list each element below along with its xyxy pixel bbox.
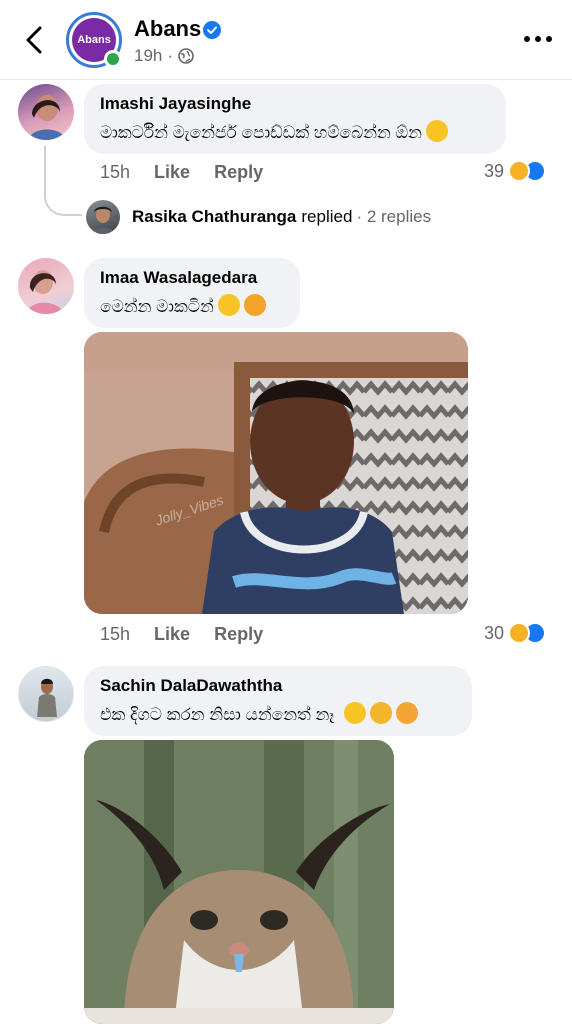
- view-replies-link[interactable]: Rasika Chathuranga replied · 2 replies: [86, 200, 431, 234]
- commenter-avatar[interactable]: [18, 258, 74, 314]
- verified-badge-icon: [203, 21, 221, 39]
- avatar-photo: [28, 95, 66, 140]
- haha-reaction-icon: [508, 160, 531, 182]
- reaction-summary[interactable]: 30: [484, 622, 547, 644]
- post-time[interactable]: 19h: [134, 46, 162, 66]
- post-meta: 19h ·: [134, 46, 194, 66]
- reply-button[interactable]: Reply: [214, 162, 263, 183]
- avatar-photo: [37, 678, 57, 717]
- reaction-count: 39: [484, 160, 505, 181]
- replied-label: replied: [301, 207, 353, 226]
- meta-separator: ·: [167, 46, 174, 65]
- avatar-photo: [26, 270, 64, 314]
- like-button[interactable]: Like: [154, 624, 190, 645]
- commenter-avatar[interactable]: [18, 84, 74, 140]
- commenter-avatar[interactable]: [18, 666, 74, 722]
- comment-text: එක දිගට කරන නිසා යන්නෙත් නෑ: [100, 702, 456, 725]
- comment-actions: 15h Like Reply: [100, 162, 287, 183]
- comment-author[interactable]: Imaa Wasalagedara: [100, 268, 284, 288]
- laughing-emoji-icon: [425, 120, 448, 142]
- meme-boy-photo: [84, 332, 468, 614]
- online-status-dot: [104, 50, 122, 68]
- comment-time[interactable]: 15h: [100, 162, 130, 183]
- reaction-count: 30: [484, 622, 505, 643]
- comment-image[interactable]: [84, 740, 394, 1024]
- like-button[interactable]: Like: [154, 162, 190, 183]
- replier-name: Rasika Chathuranga: [132, 207, 297, 226]
- comment-text-body: එක දිගට කරන නිසා යන්නෙත් නෑ: [100, 705, 335, 724]
- smiling-emoji-icon: [344, 702, 367, 724]
- reply-count: · 2 replies: [356, 207, 432, 226]
- comment-text: මාකර්ටින් මැනේජර් පොඩ්ඩක් හම්බෙන්න ඕන: [100, 120, 490, 143]
- laughing-emoji-icon: [217, 294, 240, 316]
- back-arrow-icon[interactable]: [18, 22, 50, 58]
- replier-avatar: [86, 200, 120, 234]
- unamused-emoji-icon: [396, 702, 419, 724]
- comment-time[interactable]: 15h: [100, 624, 130, 645]
- more-dots-icon[interactable]: [520, 30, 556, 48]
- sleepy-emoji-icon: [370, 702, 393, 724]
- reply-button[interactable]: Reply: [214, 624, 263, 645]
- comment-bubble[interactable]: Imashi Jayasinghe මාකර්ටින් මැනේජර් පොඩ්…: [84, 84, 506, 154]
- meme-cat-photo: [84, 740, 394, 1024]
- comment-bubble[interactable]: Sachin DalaDawaththa එක දිගට කරන නිසා යන…: [84, 666, 472, 736]
- page-name[interactable]: Abans: [134, 16, 201, 42]
- comment-author[interactable]: Imashi Jayasinghe: [100, 94, 490, 114]
- reply-thread-line: [44, 146, 82, 216]
- haha-reaction-icon: [508, 622, 531, 644]
- comment-author[interactable]: Sachin DalaDawaththa: [100, 676, 456, 696]
- comment-bubble[interactable]: Imaa Wasalagedara මෙන්න මාකටින්: [84, 258, 300, 328]
- post-header: Abans Abans 19h ·: [0, 0, 572, 80]
- globe-icon: [178, 48, 194, 64]
- cat-face-emoji-icon: [243, 294, 266, 316]
- comment-actions: 15h Like Reply: [100, 624, 287, 645]
- reaction-summary[interactable]: 39: [484, 160, 547, 182]
- comment-text: මෙන්න මාකටින්: [100, 294, 284, 317]
- comment-image[interactable]: Jolly_Vibes: [84, 332, 468, 614]
- replier-avatar-photo: [91, 206, 115, 234]
- comment-text-body: මෙන්න මාකටින්: [100, 297, 214, 316]
- comment-text-body: මාකර්ටින් මැනේජර් පොඩ්ඩක් හම්බෙන්න ඕන: [100, 123, 422, 142]
